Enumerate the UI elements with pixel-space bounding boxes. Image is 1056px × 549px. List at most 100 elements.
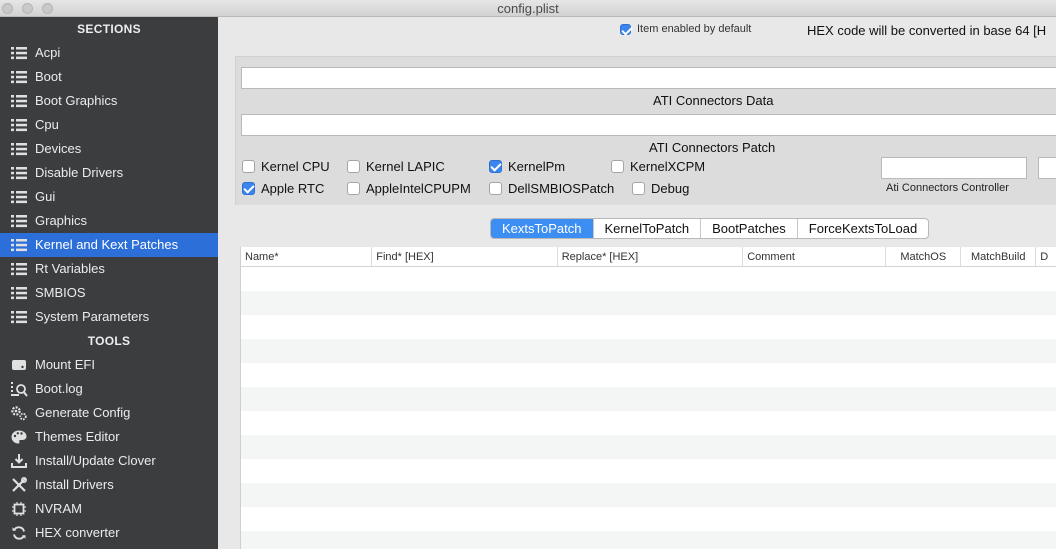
sidebar-item-label: Themes Editor <box>35 429 120 444</box>
option-kernel-lapic[interactable]: Kernel LAPIC <box>347 159 445 174</box>
title-bar: config.plist <box>0 0 1056 17</box>
table-row[interactable] <box>241 339 1056 363</box>
kernelpm-checkbox[interactable] <box>489 160 502 173</box>
list-icon <box>10 141 28 157</box>
appleintelcpupm-checkbox[interactable] <box>347 182 360 195</box>
table-row[interactable] <box>241 459 1056 483</box>
kernel-lapic-checkbox[interactable] <box>347 160 360 173</box>
column-name[interactable]: Name* <box>241 247 373 266</box>
table-row[interactable] <box>241 315 1056 339</box>
table-body <box>241 267 1056 549</box>
sidebar-item-label: Acpi <box>35 45 61 60</box>
ati-connectors-patch-field[interactable] <box>241 114 1056 136</box>
column-replace[interactable]: Replace* [HEX] <box>558 247 744 266</box>
sidebar-item-label: SMBIOS <box>35 285 86 300</box>
tool-item-boot-log[interactable]: Boot.log <box>0 377 218 401</box>
tool-item-generate-config[interactable]: Generate Config <box>0 401 218 425</box>
dellsmbiospatch-checkbox[interactable] <box>489 182 502 195</box>
tool-item-install-drivers[interactable]: Install Drivers <box>0 473 218 497</box>
list-icon <box>10 285 28 301</box>
sidebar-item-label: Disable Drivers <box>35 165 124 180</box>
sidebar-item-disable-drivers[interactable]: Disable Drivers <box>0 161 218 185</box>
tool-item-install-update-clover[interactable]: Install/Update Clover <box>0 449 218 473</box>
list-icon <box>10 45 28 61</box>
sidebar-item-devices[interactable]: Devices <box>0 137 218 161</box>
list-icon <box>10 237 28 253</box>
item-enabled-label: Item enabled by default <box>637 23 752 35</box>
debug-checkbox[interactable] <box>632 182 645 195</box>
sidebar-item-label: Install Drivers <box>35 477 114 492</box>
sidebar-item-label: Install/Update Clover <box>35 453 156 468</box>
column-d[interactable]: D <box>1036 247 1056 266</box>
sidebar-item-gui[interactable]: Gui <box>0 185 218 209</box>
table-row[interactable] <box>241 267 1056 291</box>
ati-connectors-data-field[interactable] <box>241 67 1056 89</box>
sidebar-item-system-parameters[interactable]: System Parameters <box>0 305 218 329</box>
tab-force-kexts-to-load[interactable]: ForceKextsToLoad <box>796 219 928 238</box>
column-matchbuild[interactable]: MatchBuild <box>961 247 1037 266</box>
extra-field[interactable] <box>1038 157 1056 179</box>
table-row[interactable] <box>241 291 1056 315</box>
sidebar-item-acpi[interactable]: Acpi <box>0 41 218 65</box>
tool-item-themes-editor[interactable]: Themes Editor <box>0 425 218 449</box>
option-apple-rtc[interactable]: Apple RTC <box>242 181 324 196</box>
table-row[interactable] <box>241 363 1056 387</box>
table-row[interactable] <box>241 411 1056 435</box>
option-kernelpm[interactable]: KernelPm <box>489 159 565 174</box>
table-row[interactable] <box>241 387 1056 411</box>
tool-item-mount-efi[interactable]: Mount EFI <box>0 353 218 377</box>
tab-kexts-to-patch[interactable]: KextsToPatch <box>491 219 593 238</box>
table-row[interactable] <box>241 435 1056 459</box>
item-enabled-checkbox[interactable] <box>620 23 631 35</box>
ati-connectors-data-label: ATI Connectors Data <box>653 93 774 108</box>
tab-kernel-to-patch[interactable]: KernelToPatch <box>592 219 701 238</box>
sidebar-item-cpu[interactable]: Cpu <box>0 113 218 137</box>
table-row[interactable] <box>241 531 1056 549</box>
column-comment[interactable]: Comment <box>743 247 887 266</box>
option-kernelxcpm[interactable]: KernelXCPM <box>611 159 705 174</box>
tab-boot-patches[interactable]: BootPatches <box>700 219 797 238</box>
sections-header: SECTIONS <box>77 22 141 36</box>
ati-connectors-patch-label: ATI Connectors Patch <box>649 140 776 155</box>
option-dellsmbiospatch[interactable]: DellSMBIOSPatch <box>489 181 614 196</box>
sidebar-item-rt-variables[interactable]: Rt Variables <box>0 257 218 281</box>
column-matchos[interactable]: MatchOS <box>886 247 962 266</box>
tools-header: TOOLS <box>87 334 131 348</box>
kexts-to-patch-table[interactable]: Name* Find* [HEX] Replace* [HEX] Comment… <box>240 247 1056 549</box>
table-row[interactable] <box>241 507 1056 531</box>
chip-icon <box>10 501 28 517</box>
refresh-icon <box>10 525 28 541</box>
column-find[interactable]: Find* [HEX] <box>372 247 558 266</box>
kernelxcpm-checkbox[interactable] <box>611 160 624 173</box>
ati-connectors-controller-field[interactable] <box>881 157 1027 179</box>
sidebar-item-label: Kernel and Kext Patches <box>35 237 179 252</box>
sidebar-item-boot-graphics[interactable]: Boot Graphics <box>0 89 218 113</box>
list-icon <box>10 309 28 325</box>
patch-tabs: KextsToPatch KernelToPatch BootPatches F… <box>490 218 930 239</box>
list-icon <box>10 69 28 85</box>
sidebar-item-label: Cpu <box>35 117 59 132</box>
list-icon <box>10 117 28 133</box>
tool-item-nvram[interactable]: NVRAM <box>0 497 218 521</box>
sidebar-item-label: Gui <box>35 189 56 204</box>
sidebar-item-kernel-and-kext-patches[interactable]: Kernel and Kext Patches <box>0 233 218 257</box>
sidebar-item-label: Boot Graphics <box>35 93 118 108</box>
list-icon <box>10 93 28 109</box>
list-icon <box>10 213 28 229</box>
tool-item-hex-converter[interactable]: HEX converter <box>0 521 218 545</box>
sidebar-item-smbios[interactable]: SMBIOS <box>0 281 218 305</box>
list-icon <box>10 165 28 181</box>
option-kernel-cpu[interactable]: Kernel CPU <box>242 159 330 174</box>
kernel-cpu-checkbox[interactable] <box>242 160 255 173</box>
table-row[interactable] <box>241 483 1056 507</box>
apple-rtc-checkbox[interactable] <box>242 182 255 195</box>
log-search-icon <box>10 381 28 397</box>
disk-icon <box>10 357 28 373</box>
item-enabled-option[interactable]: Item enabled by default <box>620 23 751 35</box>
sidebar-item-graphics[interactable]: Graphics <box>0 209 218 233</box>
sidebar-item-label: Graphics <box>35 213 88 228</box>
gears-icon <box>10 405 28 421</box>
sidebar-item-boot[interactable]: Boot <box>0 65 218 89</box>
option-debug[interactable]: Debug <box>632 181 689 196</box>
option-appleintelcpupm[interactable]: AppleIntelCPUPM <box>347 181 471 196</box>
